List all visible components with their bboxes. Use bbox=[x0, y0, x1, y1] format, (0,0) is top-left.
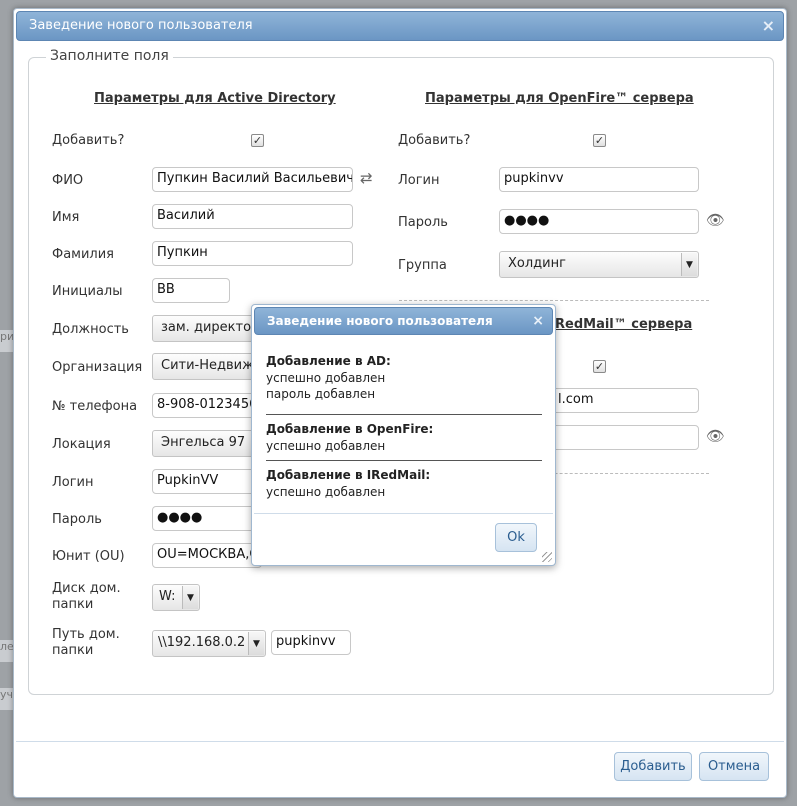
organization-label: Организация bbox=[52, 360, 143, 375]
background-fragment: ле bbox=[0, 640, 14, 662]
home-path-label-line2: папки bbox=[52, 643, 94, 658]
position-label: Должность bbox=[52, 322, 129, 337]
openfire-group-value: Холдинг bbox=[508, 256, 566, 271]
login-field[interactable]: PupkinVV bbox=[152, 469, 262, 494]
position-select[interactable]: зам. директора bbox=[152, 315, 262, 342]
background-text: уч bbox=[0, 688, 14, 701]
chevron-down-icon: ▼ bbox=[681, 253, 697, 276]
home-drive-label-line1: Диск дом. bbox=[52, 581, 121, 596]
location-label: Локация bbox=[52, 437, 111, 452]
close-icon[interactable]: × bbox=[532, 308, 544, 334]
organization-value: Сити-Недвижим bbox=[161, 358, 262, 373]
result-divider bbox=[266, 460, 542, 461]
unit-field[interactable]: OU=МОСКВА,О bbox=[152, 543, 262, 568]
fio-label: ФИО bbox=[52, 173, 84, 188]
home-drive-select[interactable]: W: ▼ bbox=[152, 584, 200, 611]
position-value: зам. директора bbox=[161, 320, 262, 335]
resize-grip-icon[interactable] bbox=[542, 552, 552, 562]
close-icon[interactable]: × bbox=[762, 12, 775, 40]
openfire-heading: Параметры для OpenFire™ сервера bbox=[425, 91, 694, 106]
home-path-server-value: \\192.168.0.2 bbox=[158, 635, 246, 650]
iredmail-heading: RedMail™ сервера bbox=[555, 317, 693, 332]
refresh-icon[interactable]: ⇄ bbox=[360, 169, 373, 187]
openfire-result-line: успешно добавлен bbox=[266, 439, 386, 453]
chevron-down-icon: ▼ bbox=[182, 586, 198, 609]
home-drive-label: Диск дом. папки bbox=[52, 581, 121, 613]
background-fragment: ри bbox=[0, 330, 14, 352]
modal-title: Заведение нового пользователя bbox=[267, 314, 493, 328]
ad-result-line: пароль добавлен bbox=[266, 387, 376, 401]
openfire-add-checkbox[interactable]: ✓ bbox=[593, 134, 606, 147]
dialog-titlebar[interactable]: Заведение нового пользователя × bbox=[16, 11, 784, 41]
modal-titlebar[interactable]: Заведение нового пользователя × bbox=[254, 307, 553, 335]
login-label: Логин bbox=[52, 475, 94, 490]
openfire-password-label: Пароль bbox=[398, 215, 448, 230]
openfire-password-field[interactable]: ●●●● bbox=[499, 209, 699, 234]
result-modal: Заведение нового пользователя × Добавлен… bbox=[251, 304, 556, 566]
name-field[interactable]: Василий bbox=[152, 204, 353, 229]
add-button[interactable]: Добавить bbox=[614, 752, 692, 781]
home-path-folder-field[interactable]: pupkinvv bbox=[271, 630, 351, 655]
organization-select[interactable]: Сити-Недвижим bbox=[152, 353, 262, 380]
cancel-button[interactable]: Отмена bbox=[699, 752, 769, 781]
ad-add-label: Добавить? bbox=[52, 133, 125, 148]
footer-divider bbox=[16, 741, 784, 742]
openfire-login-label: Логин bbox=[398, 173, 440, 188]
eye-icon[interactable]: 👁 bbox=[706, 211, 725, 229]
phone-field[interactable]: 8-908-0123456 bbox=[152, 393, 262, 418]
eye-icon[interactable]: 👁 bbox=[706, 427, 725, 445]
home-path-label: Путь дом. папки bbox=[52, 627, 120, 659]
result-divider bbox=[266, 414, 542, 415]
openfire-group-select[interactable]: Холдинг ▼ bbox=[499, 251, 699, 278]
dialog-title: Заведение нового пользователя bbox=[29, 18, 253, 33]
modal-footer-divider bbox=[254, 513, 553, 514]
ad-heading: Параметры для Active Directory bbox=[94, 91, 336, 106]
unit-label: Юнит (OU) bbox=[52, 549, 125, 564]
surname-label: Фамилия bbox=[52, 247, 114, 262]
home-path-label-line1: Путь дом. bbox=[52, 627, 120, 642]
openfire-add-label: Добавить? bbox=[398, 133, 471, 148]
fio-field[interactable]: Пупкин Василий Васильевич bbox=[152, 167, 353, 192]
password-field[interactable]: ●●●● bbox=[152, 506, 262, 531]
surname-field[interactable]: Пупкин bbox=[152, 241, 353, 266]
fields-legend: Заполните поля bbox=[46, 48, 173, 64]
ad-result-line: успешно добавлен bbox=[266, 371, 386, 385]
password-label: Пароль bbox=[52, 512, 102, 527]
background-text: ле bbox=[0, 640, 14, 653]
chevron-down-icon: ▼ bbox=[248, 632, 264, 655]
ad-result-heading: Добавление в AD: bbox=[266, 354, 391, 368]
iredmail-result-heading: Добавление в IRedMail: bbox=[266, 468, 431, 482]
name-label: Имя bbox=[52, 210, 80, 225]
home-drive-value: W: bbox=[159, 589, 176, 604]
iredmail-email-value: l.com bbox=[558, 392, 594, 407]
phone-label: № телефона bbox=[52, 399, 138, 414]
section-divider bbox=[399, 300, 709, 301]
ad-add-checkbox[interactable]: ✓ bbox=[251, 134, 264, 147]
ok-button[interactable]: Ok bbox=[495, 523, 537, 552]
location-value: Энгельса 97 bbox=[161, 435, 246, 450]
home-path-server-select[interactable]: \\192.168.0.2 ▼ bbox=[152, 630, 266, 657]
background-fragment: уч bbox=[0, 688, 14, 710]
openfire-result-heading: Добавление в OpenFire: bbox=[266, 422, 434, 436]
iredmail-result-line: успешно добавлен bbox=[266, 485, 386, 499]
openfire-group-label: Группа bbox=[398, 258, 447, 273]
initials-label: Инициалы bbox=[52, 284, 123, 299]
iredmail-add-checkbox[interactable]: ✓ bbox=[593, 360, 606, 373]
location-select[interactable]: Энгельса 97 bbox=[152, 430, 262, 457]
home-drive-label-line2: папки bbox=[52, 597, 94, 612]
openfire-login-field[interactable]: pupkinvv bbox=[499, 167, 699, 192]
initials-field[interactable]: ВВ bbox=[152, 278, 230, 303]
